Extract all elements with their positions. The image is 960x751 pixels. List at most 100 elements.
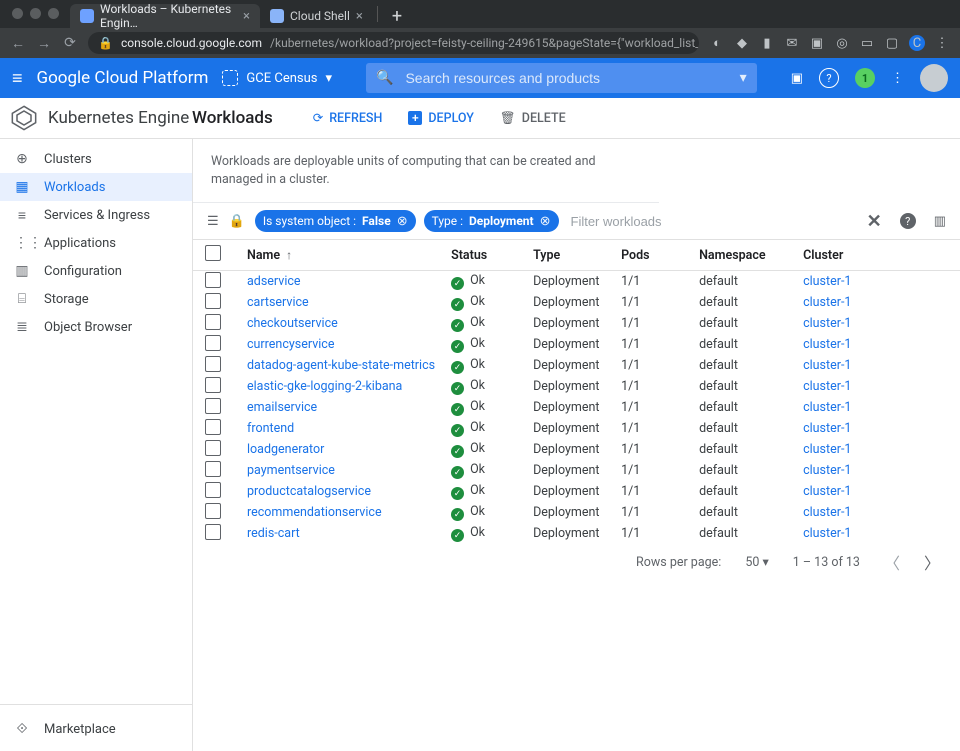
- cluster-cell[interactable]: cluster-1: [795, 334, 960, 355]
- workload-name-link[interactable]: elastic-gke-logging-2-kibana: [239, 376, 443, 397]
- kebab-icon[interactable]: ⋮: [891, 71, 904, 86]
- global-search[interactable]: 🔍 ▾: [366, 63, 757, 93]
- workload-name-link[interactable]: paymentservice: [239, 460, 443, 481]
- cluster-cell[interactable]: cluster-1: [795, 439, 960, 460]
- row-checkbox[interactable]: [205, 461, 221, 477]
- table-row[interactable]: cartservice✓OkDeployment1/1defaultcluste…: [193, 292, 960, 313]
- sidebar-item-clusters[interactable]: ⊕Clusters: [0, 145, 192, 173]
- close-tab-icon[interactable]: ×: [356, 9, 363, 24]
- sidebar-item-services-ingress[interactable]: ≡Services & Ingress: [0, 201, 192, 229]
- close-tab-icon[interactable]: ×: [243, 9, 250, 24]
- filter-chip[interactable]: Type : Deployment⊗: [424, 210, 559, 232]
- extension-icon[interactable]: ◐: [709, 35, 725, 51]
- workload-name-link[interactable]: currencyservice: [239, 334, 443, 355]
- table-row[interactable]: currencyservice✓OkDeployment1/1defaultcl…: [193, 334, 960, 355]
- row-checkbox[interactable]: [205, 503, 221, 519]
- notifications-badge[interactable]: 1: [855, 68, 875, 88]
- row-checkbox[interactable]: [205, 482, 221, 498]
- maximize-window-icon[interactable]: [48, 8, 59, 19]
- cloud-shell-icon[interactable]: ▣: [791, 71, 803, 86]
- workload-name-link[interactable]: loadgenerator: [239, 439, 443, 460]
- workload-name-link[interactable]: redis-cart: [239, 523, 443, 544]
- account-avatar[interactable]: [920, 64, 948, 92]
- remove-chip-icon[interactable]: ⊗: [540, 214, 551, 229]
- address-bar[interactable]: 🔒 console.cloud.google.com/kubernetes/wo…: [88, 32, 699, 54]
- cluster-cell[interactable]: cluster-1: [795, 313, 960, 334]
- sidebar-item-object-browser[interactable]: ≣Object Browser: [0, 313, 192, 341]
- column-header-name[interactable]: Name↑: [239, 240, 443, 271]
- workload-name-link[interactable]: checkoutservice: [239, 313, 443, 334]
- filter-icon[interactable]: ☰: [207, 214, 219, 229]
- row-checkbox[interactable]: [205, 398, 221, 414]
- workload-name-link[interactable]: datadog-agent-kube-state-metrics: [239, 355, 443, 376]
- browser-tab[interactable]: Cloud Shell ×: [260, 4, 373, 28]
- workload-name-link[interactable]: cartservice: [239, 292, 443, 313]
- table-row[interactable]: productcatalogservice✓OkDeployment1/1def…: [193, 481, 960, 502]
- workload-name-link[interactable]: productcatalogservice: [239, 481, 443, 502]
- refresh-button[interactable]: ⟳ REFRESH: [313, 110, 383, 126]
- new-tab-button[interactable]: +: [382, 6, 412, 28]
- filter-input[interactable]: [569, 213, 857, 230]
- help-icon[interactable]: ?: [900, 213, 916, 229]
- table-row[interactable]: frontend✓OkDeployment1/1defaultcluster-1: [193, 418, 960, 439]
- reload-icon[interactable]: ⟳: [62, 35, 78, 51]
- cluster-cell[interactable]: cluster-1: [795, 271, 960, 293]
- cluster-cell[interactable]: cluster-1: [795, 523, 960, 544]
- cluster-cell[interactable]: cluster-1: [795, 481, 960, 502]
- table-row[interactable]: recommendationservice✓OkDeployment1/1def…: [193, 502, 960, 523]
- cluster-cell[interactable]: cluster-1: [795, 292, 960, 313]
- sidebar-item-marketplace[interactable]: ⟐ Marketplace: [0, 715, 192, 743]
- column-header-pods[interactable]: Pods: [613, 240, 691, 271]
- table-row[interactable]: paymentservice✓OkDeployment1/1defaultclu…: [193, 460, 960, 481]
- help-icon[interactable]: ?: [819, 68, 839, 88]
- cluster-cell[interactable]: cluster-1: [795, 418, 960, 439]
- row-checkbox[interactable]: [205, 524, 221, 540]
- extension-icon[interactable]: ◎: [834, 35, 850, 51]
- extension-icon[interactable]: ▢: [884, 35, 900, 51]
- select-all-checkbox[interactable]: [205, 245, 221, 261]
- window-controls[interactable]: [12, 8, 59, 19]
- profile-avatar[interactable]: C: [909, 35, 925, 51]
- table-row[interactable]: checkoutservice✓OkDeployment1/1defaultcl…: [193, 313, 960, 334]
- project-picker[interactable]: GCE Census ▾: [222, 70, 332, 86]
- browser-tab-active[interactable]: Workloads – Kubernetes Engin… ×: [70, 4, 260, 28]
- sidebar-item-configuration[interactable]: ▥Configuration: [0, 257, 192, 285]
- delete-button[interactable]: 🗑 DELETE: [500, 111, 566, 126]
- cluster-cell[interactable]: cluster-1: [795, 397, 960, 418]
- cluster-cell[interactable]: cluster-1: [795, 355, 960, 376]
- column-header-type[interactable]: Type: [525, 240, 613, 271]
- row-checkbox[interactable]: [205, 356, 221, 372]
- search-input[interactable]: [403, 69, 729, 87]
- deploy-button[interactable]: + DEPLOY: [408, 111, 474, 126]
- columns-icon[interactable]: ▥: [934, 214, 946, 229]
- sidebar-item-applications[interactable]: ⋮⋮Applications: [0, 229, 192, 257]
- platform-title[interactable]: Google Cloud Platform: [37, 68, 209, 88]
- row-checkbox[interactable]: [205, 377, 221, 393]
- workload-name-link[interactable]: frontend: [239, 418, 443, 439]
- forward-icon[interactable]: →: [36, 35, 52, 52]
- prev-page-icon[interactable]: 〈: [884, 550, 900, 574]
- close-window-icon[interactable]: [12, 8, 23, 19]
- filter-chip[interactable]: Is system object : False⊗: [255, 210, 416, 232]
- table-row[interactable]: datadog-agent-kube-state-metrics✓OkDeplo…: [193, 355, 960, 376]
- row-checkbox[interactable]: [205, 419, 221, 435]
- column-header-cluster[interactable]: Cluster: [795, 240, 960, 271]
- workload-name-link[interactable]: adservice: [239, 271, 443, 293]
- search-dropdown-icon[interactable]: ▾: [740, 70, 747, 86]
- column-header-status[interactable]: Status: [443, 240, 525, 271]
- column-header-namespace[interactable]: Namespace: [691, 240, 795, 271]
- next-page-icon[interactable]: 〉: [924, 550, 940, 574]
- sidebar-item-workloads[interactable]: ▦Workloads: [0, 173, 192, 201]
- extension-icon[interactable]: ▭: [859, 35, 875, 51]
- workload-name-link[interactable]: emailservice: [239, 397, 443, 418]
- row-checkbox[interactable]: [205, 314, 221, 330]
- row-checkbox[interactable]: [205, 272, 221, 288]
- row-checkbox[interactable]: [205, 293, 221, 309]
- table-row[interactable]: adservice✓OkDeployment1/1defaultcluster-…: [193, 271, 960, 293]
- table-row[interactable]: loadgenerator✓OkDeployment1/1defaultclus…: [193, 439, 960, 460]
- row-checkbox[interactable]: [205, 335, 221, 351]
- menu-icon[interactable]: ≡: [12, 68, 23, 89]
- table-row[interactable]: elastic-gke-logging-2-kibana✓OkDeploymen…: [193, 376, 960, 397]
- row-checkbox[interactable]: [205, 440, 221, 456]
- kebab-icon[interactable]: ⋮: [934, 35, 950, 51]
